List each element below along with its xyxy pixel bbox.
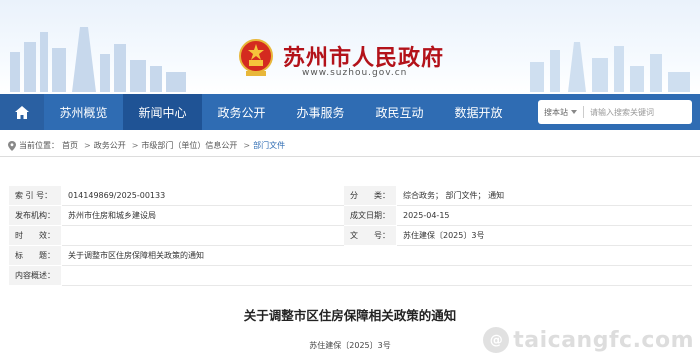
category-value: 综合政务； 部门文件； 通知	[396, 185, 692, 206]
nav-item-gov-affairs[interactable]: 政务公开	[202, 94, 281, 130]
publisher-label: 发布机构：	[8, 205, 62, 226]
watermark-logo-icon: @	[483, 327, 510, 353]
search-input[interactable]: 请输入搜索关键词	[590, 107, 654, 118]
meta-row: 内容概述：	[8, 265, 692, 286]
date-label: 成文日期：	[343, 205, 397, 226]
breadcrumb-home[interactable]: 首页	[62, 140, 78, 151]
location-pin-icon	[8, 140, 16, 151]
meta-row: 时 效： 文 号： 苏住建保〔2025〕3号	[8, 225, 692, 246]
summary-label: 内容概述：	[8, 265, 62, 286]
nav-item-overview[interactable]: 苏州概览	[44, 94, 123, 130]
breadcrumb-gov-affairs[interactable]: 政务公开	[94, 140, 126, 151]
city-skyline-left	[10, 27, 186, 92]
nav-item-open-data[interactable]: 数据开放	[439, 94, 518, 130]
document-meta-table: 索 引 号： 014149869/2025-00133 分 类： 综合政务； 部…	[8, 185, 692, 286]
validity-value	[61, 225, 344, 246]
breadcrumb: 当前位置： 首页 > 政务公开 > 市级部门（单位）信息公开 > 部门文件	[8, 140, 288, 151]
doc-number-label: 文 号：	[343, 225, 397, 246]
chevron-down-icon	[571, 110, 577, 114]
search-box[interactable]: 搜本站 请输入搜索关键词	[538, 100, 692, 124]
national-emblem-icon	[239, 39, 273, 76]
validity-label: 时 效：	[8, 225, 62, 246]
summary-value	[61, 265, 692, 286]
site-url: www.suzhou.gov.cn	[302, 68, 408, 78]
subject-value: 关于调整市区住房保障相关政策的通知	[61, 245, 692, 266]
search-scope-select[interactable]: 搜本站	[544, 107, 577, 118]
nav-item-services[interactable]: 办事服务	[281, 94, 360, 130]
breadcrumb-departments[interactable]: 市级部门（单位）信息公开	[141, 140, 237, 151]
home-icon	[15, 105, 29, 119]
main-nav: 苏州概览 新闻中心 政务公开 办事服务 政民互动 数据开放 搜本站 请输入搜索关…	[0, 94, 700, 130]
nav-home-button[interactable]	[0, 94, 44, 130]
breadcrumb-separator: >	[243, 141, 251, 150]
category-label: 分 类：	[343, 185, 397, 206]
meta-row: 标 题： 关于调整市区住房保障相关政策的通知	[8, 245, 692, 266]
watermark-text: taicangfc.com	[513, 327, 694, 353]
watermark: @ taicangfc.com	[483, 327, 694, 353]
doc-number-value: 苏住建保〔2025〕3号	[396, 225, 692, 246]
index-number-value: 014149869/2025-00133	[61, 185, 344, 206]
breadcrumb-prefix: 当前位置：	[19, 141, 59, 150]
breadcrumb-current[interactable]: 部门文件	[253, 140, 285, 151]
meta-row: 索 引 号： 014149869/2025-00133 分 类： 综合政务； 部…	[8, 185, 692, 206]
subject-label: 标 题：	[8, 245, 62, 266]
meta-row: 发布机构： 苏州市住房和城乡建设局 成文日期： 2025-04-15	[8, 205, 692, 226]
breadcrumb-separator: >	[131, 141, 139, 150]
search-scope-label: 搜本站	[544, 107, 568, 117]
publisher-value: 苏州市住房和城乡建设局	[61, 205, 344, 226]
breadcrumb-divider	[0, 156, 700, 157]
nav-item-news[interactable]: 新闻中心	[123, 94, 202, 130]
document-title: 关于调整市区住房保障相关政策的通知	[243, 308, 457, 323]
nav-item-interaction[interactable]: 政民互动	[360, 94, 439, 130]
date-value: 2025-04-15	[396, 205, 692, 226]
search-divider	[583, 106, 584, 118]
breadcrumb-separator: >	[84, 141, 91, 150]
header-banner: 苏州市人民政府 www.suzhou.gov.cn	[0, 0, 700, 92]
index-number-label: 索 引 号：	[8, 185, 62, 206]
city-skyline-right	[530, 42, 690, 92]
